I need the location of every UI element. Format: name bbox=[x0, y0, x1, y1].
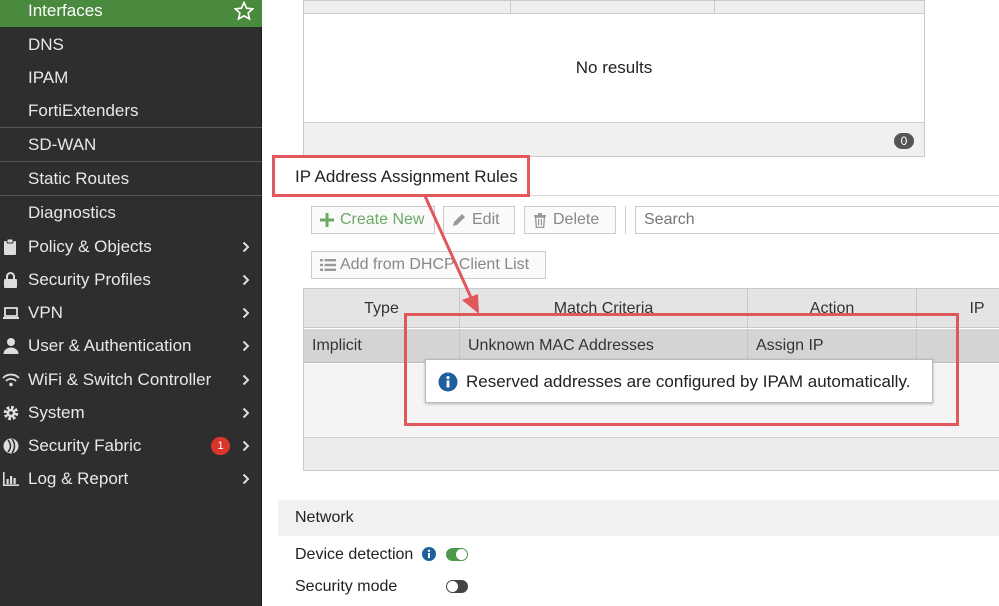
toolbar-divider bbox=[625, 206, 626, 234]
sidebar: Interfaces DNS IPAM FortiExtenders SD-WA… bbox=[0, 0, 262, 606]
results-table: No results 0 bbox=[303, 0, 925, 157]
sidebar-item-vpn[interactable]: VPN bbox=[0, 296, 262, 329]
chevron-right-icon bbox=[242, 274, 250, 286]
chevron-right-icon bbox=[242, 241, 250, 253]
plus-icon bbox=[320, 213, 334, 227]
sidebar-item-label: WiFi & Switch Controller bbox=[28, 370, 212, 389]
sidebar-item-label: IPAM bbox=[28, 68, 69, 87]
sidebar-item-user-authentication[interactable]: User & Authentication bbox=[0, 329, 262, 362]
chevron-right-icon bbox=[242, 473, 250, 485]
sidebar-item-ipam[interactable]: IPAM bbox=[0, 61, 262, 95]
sidebar-item-security-profiles[interactable]: Security Profiles bbox=[0, 263, 262, 296]
device-detection-toggle[interactable] bbox=[446, 548, 468, 561]
sidebar-item-security-fabric[interactable]: Security Fabric 1 bbox=[0, 429, 262, 462]
bar-chart-icon bbox=[3, 472, 19, 486]
result-count-badge: 0 bbox=[894, 133, 914, 149]
toggle-knob bbox=[447, 581, 458, 592]
sidebar-item-sd-wan[interactable]: SD-WAN bbox=[0, 128, 262, 162]
sidebar-item-system[interactable]: System bbox=[0, 396, 262, 429]
sidebar-item-interfaces[interactable]: Interfaces bbox=[0, 0, 262, 27]
info-icon bbox=[438, 372, 458, 392]
search-input[interactable] bbox=[635, 206, 999, 234]
sidebar-item-label: Static Routes bbox=[28, 169, 130, 188]
user-icon bbox=[3, 338, 19, 354]
empty-message: No results bbox=[575, 58, 653, 77]
notification-badge: 1 bbox=[211, 437, 230, 455]
chevron-right-icon bbox=[242, 440, 250, 452]
highlight-frame: IP Address Assignment Rules bbox=[272, 155, 530, 197]
column-divider bbox=[510, 1, 511, 14]
sidebar-item-label: FortiExtenders bbox=[28, 101, 139, 120]
main-content: No results 0 Create New Edit Delete Add … bbox=[263, 0, 999, 606]
sidebar-item-label: Log & Report bbox=[28, 469, 129, 488]
security-mode-toggle[interactable] bbox=[446, 580, 468, 593]
gear-icon bbox=[3, 405, 19, 421]
sidebar-item-label: Policy & Objects bbox=[28, 237, 152, 256]
sidebar-item-dns[interactable]: DNS bbox=[0, 28, 262, 62]
sidebar-item-label: Interfaces bbox=[28, 1, 103, 20]
column-divider bbox=[714, 1, 715, 14]
sidebar-item-wifi-switch-controller[interactable]: WiFi & Switch Controller bbox=[0, 363, 262, 396]
sidebar-item-policy-objects[interactable]: Policy & Objects bbox=[0, 230, 262, 263]
laptop-icon bbox=[3, 307, 19, 319]
chevron-right-icon bbox=[242, 374, 250, 386]
device-detection-label: Device detection bbox=[295, 546, 414, 563]
table-header bbox=[304, 1, 924, 14]
tooltip-text: Reserved addresses are configured by IPA… bbox=[466, 372, 911, 391]
trash-icon bbox=[534, 213, 546, 228]
clipboard-icon bbox=[4, 238, 16, 255]
rules-toolbar: Create New Edit Delete Add from DHCP Cli… bbox=[303, 195, 999, 290]
star-icon[interactable] bbox=[234, 1, 254, 21]
chevron-right-icon bbox=[242, 407, 250, 419]
sidebar-item-label: SD-WAN bbox=[28, 135, 97, 154]
sidebar-item-label: Security Fabric bbox=[28, 436, 142, 455]
sidebar-item-label: VPN bbox=[28, 303, 63, 322]
sidebar-item-log-report[interactable]: Log & Report bbox=[0, 462, 262, 495]
toggle-knob bbox=[456, 549, 467, 560]
tooltip: Reserved addresses are configured by IPA… bbox=[425, 359, 933, 403]
table-footer: 0 bbox=[304, 122, 924, 156]
sidebar-item-label: Diagnostics bbox=[28, 203, 116, 222]
sidebar-item-fortiextenders[interactable]: FortiExtenders bbox=[0, 94, 262, 128]
info-icon[interactable] bbox=[422, 547, 436, 561]
sidebar-item-label: DNS bbox=[28, 35, 64, 54]
chevron-right-icon bbox=[242, 307, 250, 319]
sidebar-item-diagnostics[interactable]: Diagnostics bbox=[0, 196, 262, 230]
chevron-right-icon bbox=[242, 340, 250, 352]
sidebar-item-label: Security Profiles bbox=[28, 270, 151, 289]
delete-label: Delete bbox=[553, 211, 600, 228]
section-title: IP Address Assignment Rules bbox=[295, 167, 518, 186]
fabric-icon bbox=[3, 438, 19, 454]
list-icon bbox=[320, 259, 336, 271]
annotation-arrow bbox=[423, 195, 479, 314]
table-footer bbox=[304, 437, 999, 470]
create-new-label: Create New bbox=[340, 211, 425, 228]
sidebar-item-label: System bbox=[28, 403, 85, 422]
lock-icon bbox=[4, 272, 17, 288]
delete-button[interactable]: Delete bbox=[524, 206, 616, 234]
security-mode-label: Security mode bbox=[295, 578, 398, 595]
wifi-icon bbox=[2, 373, 20, 387]
sidebar-item-label: User & Authentication bbox=[28, 336, 192, 355]
section-title: Network bbox=[278, 500, 999, 536]
sidebar-item-static-routes[interactable]: Static Routes bbox=[0, 162, 262, 196]
